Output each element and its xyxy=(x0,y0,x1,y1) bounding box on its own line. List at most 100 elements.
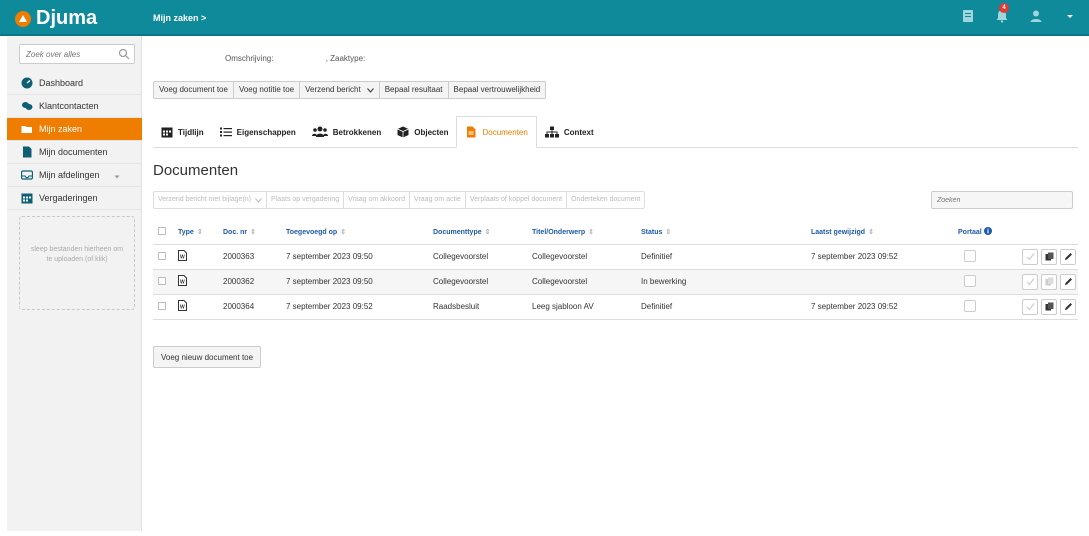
row-checkbox[interactable] xyxy=(158,251,166,260)
check-icon xyxy=(1026,253,1034,261)
edit-button[interactable] xyxy=(1060,273,1076,290)
move-or-link-document-button[interactable]: Verplaats of koppel document xyxy=(466,192,568,208)
folder-open-icon xyxy=(21,123,33,135)
document-icon xyxy=(21,146,33,158)
column-header-title[interactable]: Titel/Onderwerp ⇕ xyxy=(532,220,641,245)
word-document-icon[interactable]: W xyxy=(178,300,187,311)
portal-checkbox[interactable] xyxy=(964,249,976,262)
sort-icon: ⇕ xyxy=(588,228,595,236)
column-header-modified[interactable]: Laatst gewijzigd ⇕ xyxy=(811,220,958,245)
sidebar-item-label: Mijn zaken xyxy=(39,124,83,134)
table-search-input[interactable] xyxy=(932,192,1062,208)
header-label: Portaal xyxy=(958,229,982,237)
tab-objecten[interactable]: Objecten xyxy=(389,116,456,148)
sidebar-item-label: Mijn documenten xyxy=(39,147,108,157)
document-title[interactable]: Collegevoorstel xyxy=(532,269,641,295)
tab-betrokkenen[interactable]: Betrokkenen xyxy=(304,116,389,148)
search-icon[interactable] xyxy=(118,48,130,60)
global-search[interactable] xyxy=(19,44,135,64)
file-icon xyxy=(465,126,477,138)
sidebar-item-vergaderingen[interactable]: Vergaderingen xyxy=(7,187,142,210)
copy-button[interactable] xyxy=(1041,273,1057,290)
omschrijving-label: Omschrijving: xyxy=(225,54,274,63)
sort-icon: ⇕ xyxy=(250,228,256,236)
table-row[interactable]: W 2000364 7 september 2023 09:52 Raadsbe… xyxy=(153,294,1078,320)
column-header-doctype[interactable]: Documenttype ⇕ xyxy=(433,220,532,245)
select-all-checkbox[interactable] xyxy=(158,226,166,235)
sidebar-item-label: Mijn afdelingen xyxy=(39,170,100,180)
add-new-document-button[interactable]: Voeg nieuw document toe xyxy=(153,346,262,368)
upload-dropzone[interactable]: sleep bestanden hierheen om te uploaden … xyxy=(19,216,135,310)
column-header-type[interactable]: Type ⇕ xyxy=(178,220,223,245)
pencil-icon xyxy=(1064,253,1072,260)
chevron-down-icon[interactable] xyxy=(114,172,120,179)
portal-checkbox[interactable] xyxy=(964,299,976,312)
column-header-docnr[interactable]: Doc. nr ⇕ xyxy=(223,220,286,245)
header-label: Status xyxy=(641,228,663,236)
sidebar-item-mijn-afdelingen[interactable]: Mijn afdelingen xyxy=(7,164,142,187)
document-status: Definitief xyxy=(641,244,811,270)
send-with-attachments-label: Verzend bericht met bijlage(n) xyxy=(158,196,251,203)
svg-text:W: W xyxy=(180,280,185,286)
portal-checkbox[interactable] xyxy=(964,274,976,287)
copy-icon xyxy=(1045,252,1053,261)
approve-button[interactable] xyxy=(1022,298,1038,315)
check-icon xyxy=(1026,303,1034,311)
row-checkbox[interactable] xyxy=(158,276,166,285)
copy-button[interactable] xyxy=(1041,248,1057,265)
edit-button[interactable] xyxy=(1060,248,1076,265)
sidebar-item-dashboard[interactable]: Dashboard xyxy=(7,72,142,95)
table-row[interactable]: W 2000362 7 september 2023 09:50 College… xyxy=(153,269,1078,295)
copy-button[interactable] xyxy=(1041,298,1057,315)
sidebar-item-mijn-zaken[interactable]: Mijn zaken xyxy=(7,118,142,141)
approve-button[interactable] xyxy=(1022,248,1038,265)
send-with-attachments-button[interactable]: Verzend bericht met bijlage(n) xyxy=(154,192,267,208)
sidebar-item-klantcontacten[interactable]: Klantcontacten xyxy=(7,95,142,118)
info-icon[interactable] xyxy=(983,227,992,236)
header-label: Titel/Onderwerp xyxy=(532,228,586,236)
tab-context[interactable]: Context xyxy=(537,116,602,148)
header-label: Toegevoegd op xyxy=(286,228,338,236)
sort-icon: ⇕ xyxy=(196,228,203,236)
add-document-button[interactable]: Voeg document toe xyxy=(154,82,234,98)
row-checkbox[interactable] xyxy=(158,301,166,310)
word-document-icon[interactable]: W xyxy=(178,275,187,286)
table-row[interactable]: W 2000363 7 september 2023 09:50 College… xyxy=(153,244,1078,270)
page-title: Documenten xyxy=(153,162,239,179)
breadcrumb[interactable]: Mijn zaken > xyxy=(153,13,206,23)
global-search-input[interactable] xyxy=(20,45,115,63)
sign-document-button[interactable]: Onderteken document xyxy=(567,192,644,208)
add-note-button[interactable]: Voeg notitie toe xyxy=(234,82,301,98)
tab-eigenschappen[interactable]: Eigenschappen xyxy=(212,116,304,148)
table-search[interactable] xyxy=(931,191,1073,209)
tab-label: Tijdlijn xyxy=(178,127,204,137)
place-on-meeting-button[interactable]: Plaats op vergadering xyxy=(267,192,345,208)
edit-button[interactable] xyxy=(1060,298,1076,315)
modified-date xyxy=(811,269,958,295)
document-list-icon[interactable] xyxy=(961,9,975,23)
document-action-bar: Verzend bericht met bijlage(n) Plaats op… xyxy=(153,191,646,209)
determine-result-button[interactable]: Bepaal resultaat xyxy=(380,82,449,98)
column-header-status[interactable]: Status ⇕ xyxy=(641,220,811,245)
app-logo[interactable]: Djuma xyxy=(14,7,97,30)
modified-date: 7 september 2023 09:52 xyxy=(811,294,958,320)
send-message-button[interactable]: Verzend bericht xyxy=(300,82,380,98)
tab-tijdlijn[interactable]: Tijdlijn xyxy=(153,116,212,148)
notifications-icon[interactable]: 4 xyxy=(995,3,1009,23)
determine-confidentiality-button[interactable]: Bepaal vertrouwelijkheid xyxy=(449,82,546,98)
case-tabs: Tijdlijn Eigenschappen Betrokkenen Objec… xyxy=(153,116,1078,148)
word-document-icon[interactable]: W xyxy=(178,250,187,261)
header-label: Documenttype xyxy=(433,228,482,236)
ask-action-button[interactable]: Vraag om actie xyxy=(410,192,466,208)
chevron-down-icon xyxy=(255,197,262,203)
column-header-added[interactable]: Toegevoegd op ⇕ xyxy=(286,220,433,245)
main-nav: Dashboard Klantcontacten Mijn zaken Mijn… xyxy=(7,72,142,210)
document-title[interactable]: Collegevoorstel xyxy=(532,244,641,270)
approve-button[interactable] xyxy=(1022,273,1038,290)
chevron-down-icon[interactable] xyxy=(1063,9,1073,23)
tab-documenten[interactable]: Documenten xyxy=(456,116,537,148)
user-icon[interactable] xyxy=(1029,9,1043,23)
ask-approval-button[interactable]: Vraag om akkoord xyxy=(344,192,411,208)
document-title[interactable]: Leeg sjabloon AV xyxy=(532,294,641,320)
sidebar-item-mijn-documenten[interactable]: Mijn documenten xyxy=(7,141,142,164)
